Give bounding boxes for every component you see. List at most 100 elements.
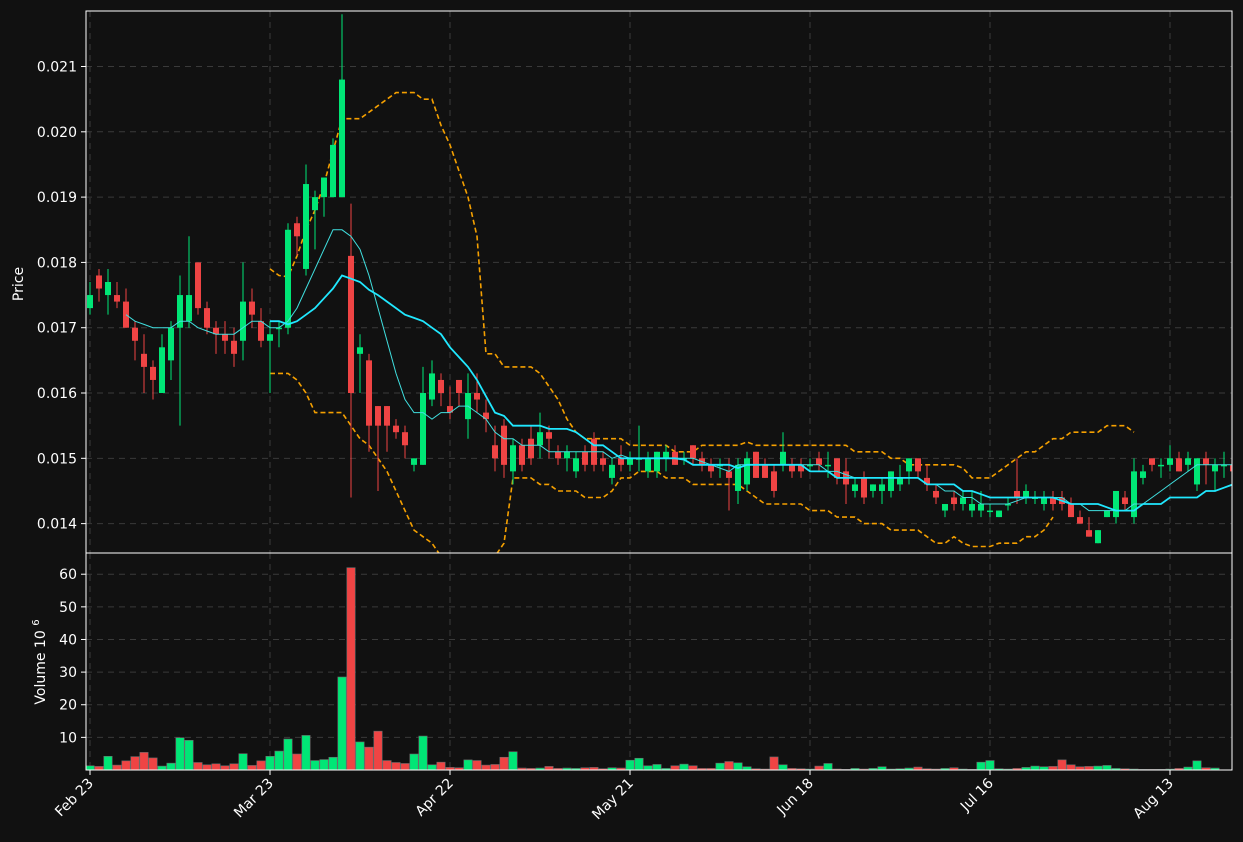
candle-body	[852, 484, 858, 491]
svg-text:Volume 10: Volume 10 6	[31, 619, 49, 704]
candle-body	[150, 366, 156, 380]
candle-body	[1023, 490, 1029, 498]
candlestick-volume-chart: 0.014 0.015 0.016 0.017 0.018 0.019 0.020 0.021…	[0, 0, 1243, 842]
candle-body	[357, 347, 363, 354]
volume-bar	[382, 760, 392, 771]
volume-bar	[985, 760, 995, 771]
volume-bar	[391, 762, 401, 771]
candle-body	[744, 458, 750, 485]
price-tick-label: 0.016	[37, 386, 77, 402]
candle-body	[1185, 458, 1191, 465]
volume-bar	[229, 763, 239, 771]
volume-bar	[310, 760, 320, 771]
candle-body	[267, 334, 273, 341]
volume-bar	[814, 765, 824, 771]
candle-body	[141, 353, 147, 367]
candle-body	[384, 406, 390, 426]
volume-bar	[1030, 765, 1040, 771]
volume-bar	[733, 762, 743, 771]
volume-bar	[1048, 766, 1058, 771]
volume-bar	[166, 762, 176, 771]
price-axis-label: Price	[11, 267, 27, 301]
candle-body	[501, 425, 507, 465]
candle-body	[969, 504, 975, 511]
candle-body	[1041, 497, 1047, 505]
candle-body	[726, 471, 732, 478]
volume-bar	[256, 760, 266, 771]
volume-bar	[103, 755, 113, 771]
volume-bar	[625, 759, 635, 771]
chart-background	[0, 0, 1243, 842]
candle-body	[1203, 458, 1209, 465]
candle-body	[429, 373, 435, 400]
candle-body	[438, 379, 444, 394]
volume-tick-label: 20	[59, 698, 77, 714]
volume-tick-label: 50	[59, 600, 77, 616]
candle-body	[609, 464, 615, 478]
price-tick-label: 0.017	[37, 321, 77, 337]
volume-bar	[463, 759, 473, 771]
candle-body	[861, 477, 867, 498]
volume-bar	[508, 751, 518, 771]
candle-body	[87, 295, 93, 309]
candle-body	[816, 458, 822, 465]
candle-body	[762, 464, 768, 478]
candle-body	[645, 458, 651, 472]
candle-body	[771, 471, 777, 491]
candle-body	[240, 301, 246, 341]
volume-bar	[724, 761, 734, 771]
candle-body	[1113, 490, 1119, 518]
volume-bar	[319, 759, 329, 771]
volume-bar	[679, 763, 689, 771]
price-tick-label: 0.015	[37, 451, 77, 467]
volume-bar	[148, 757, 158, 771]
candle-body	[654, 451, 660, 472]
candle-body	[1176, 458, 1182, 472]
volume-bar	[130, 756, 140, 771]
volume-bar	[643, 765, 653, 771]
volume-bar	[409, 753, 419, 771]
candle-body	[996, 510, 1002, 518]
price-tick-label: 0.020	[37, 125, 77, 141]
candle-body	[870, 484, 876, 491]
candle-body	[375, 406, 381, 426]
candle-body	[879, 484, 885, 491]
volume-bar	[472, 760, 482, 771]
volume-bar	[400, 763, 410, 771]
volume-bar	[301, 735, 311, 771]
candle-body	[627, 458, 633, 465]
candle-body	[222, 334, 228, 341]
candle-body	[204, 308, 210, 328]
volume-bar	[652, 764, 662, 771]
volume-bar	[85, 765, 95, 771]
volume-bar	[490, 764, 500, 771]
volume-bar	[418, 735, 428, 771]
volume-axis-label-power: 6	[31, 619, 42, 625]
volume-bar	[427, 764, 437, 771]
candle-body	[348, 255, 354, 394]
candle-body	[159, 347, 165, 394]
volume-bar	[265, 755, 275, 771]
volume-bar	[175, 737, 185, 771]
volume-bar	[337, 676, 347, 771]
candle-body	[780, 451, 786, 465]
candle-body	[1194, 458, 1200, 485]
volume-bar	[184, 740, 194, 771]
volume-bar	[1066, 764, 1076, 771]
candle-body	[258, 321, 264, 341]
volume-bar	[202, 764, 212, 771]
volume-bar	[220, 765, 230, 771]
volume-tick-label: 30	[59, 665, 77, 681]
candle-body	[1140, 471, 1146, 478]
volume-bar	[193, 762, 203, 771]
candle-body	[411, 458, 417, 465]
price-tick-label: 0.019	[37, 190, 77, 206]
volume-bar	[364, 746, 374, 771]
candle-body	[168, 327, 174, 361]
volume-bar	[274, 750, 284, 771]
candle-body	[294, 223, 300, 237]
volume-bar	[157, 765, 167, 771]
volume-bar	[283, 738, 293, 771]
volume-bar	[1084, 766, 1094, 771]
candle-body	[123, 301, 129, 328]
